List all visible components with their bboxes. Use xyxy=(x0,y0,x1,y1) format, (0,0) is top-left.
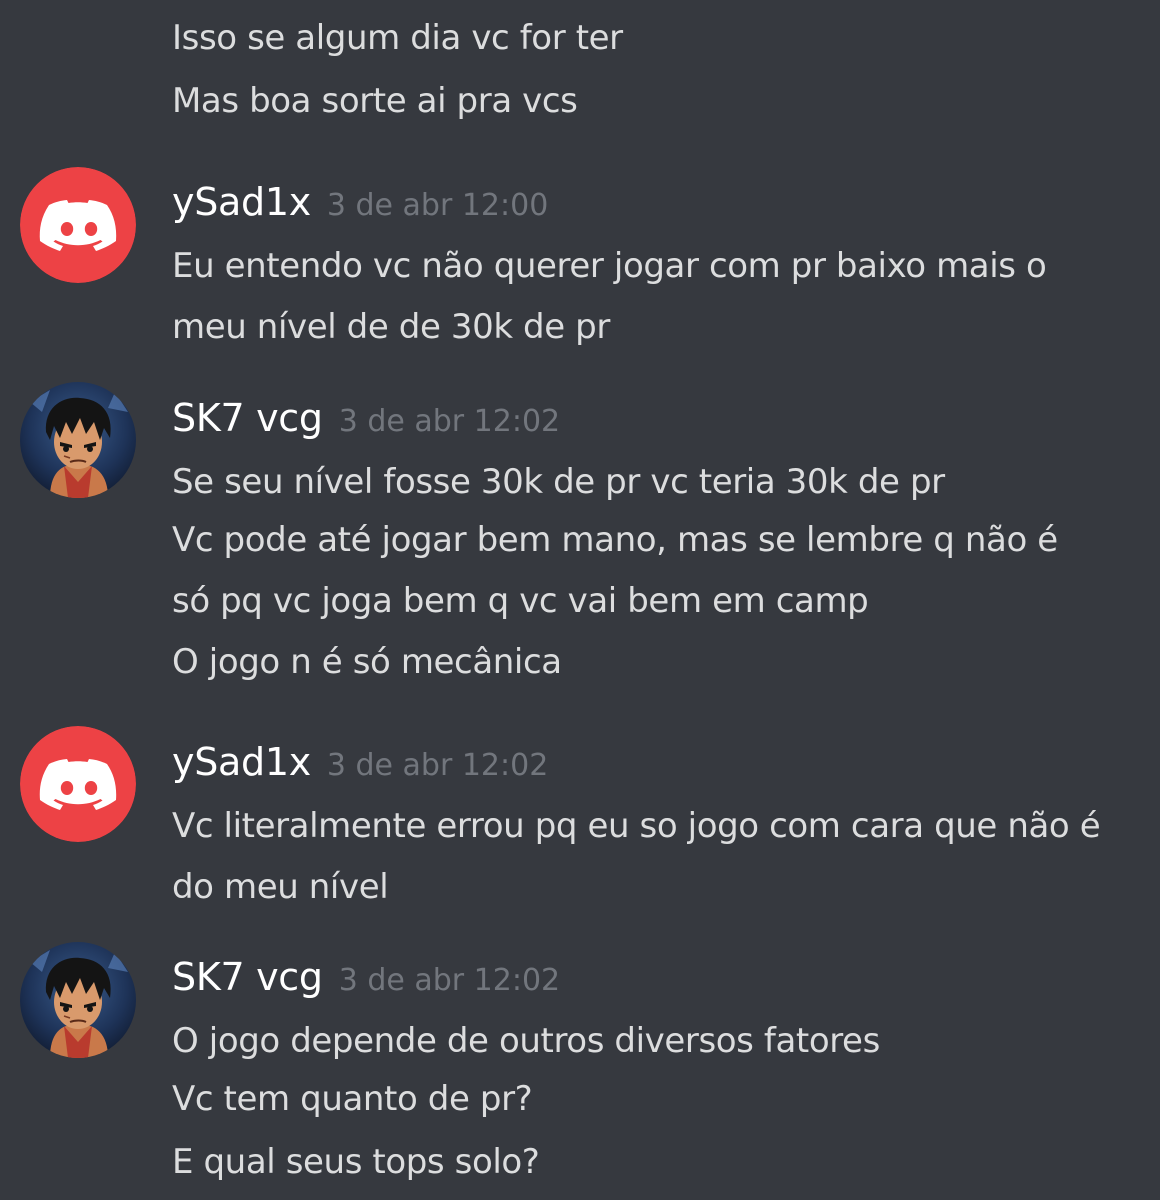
message-line: Vc tem quanto de pr? xyxy=(172,1079,533,1119)
message-line: Se seu nível fosse 30k de pr vc teria 30… xyxy=(172,462,945,502)
message-line: O jogo depende de outros diversos fatore… xyxy=(172,1021,880,1061)
message-line: E qual seus tops solo? xyxy=(172,1142,540,1182)
timestamp: 3 de abr 12:00 xyxy=(326,188,549,223)
username[interactable]: ySad1x xyxy=(172,740,311,784)
message-line: O jogo n é só mecânica xyxy=(172,642,562,682)
username[interactable]: SK7 vcg xyxy=(172,955,323,999)
discord-logo-icon[interactable] xyxy=(20,726,136,842)
message-line: meu nível de de 30k de pr xyxy=(172,307,610,347)
message-line: do meu nível xyxy=(172,867,389,907)
message-line: Mas boa sorte ai pra vcs xyxy=(172,81,578,121)
timestamp: 3 de abr 12:02 xyxy=(326,748,549,783)
message-header: SK7 vcg 3 de abr 12:02 xyxy=(172,955,560,999)
timestamp: 3 de abr 12:02 xyxy=(338,963,561,998)
timestamp: 3 de abr 12:02 xyxy=(338,404,561,439)
message-line: só pq vc joga bem q vc vai bem em camp xyxy=(172,581,869,621)
message-line: Vc pode até jogar bem mano, mas se lembr… xyxy=(172,520,1058,560)
message-header: ySad1x 3 de abr 12:00 xyxy=(172,180,548,224)
message-header: ySad1x 3 de abr 12:02 xyxy=(172,740,548,784)
anime-character-avatar[interactable] xyxy=(20,942,136,1058)
message-line: Vc literalmente errou pq eu so jogo com … xyxy=(172,806,1101,846)
discord-logo-icon[interactable] xyxy=(20,167,136,283)
message-line: Isso se algum dia vc for ter xyxy=(172,18,623,58)
message-header: SK7 vcg 3 de abr 12:02 xyxy=(172,396,560,440)
anime-character-avatar[interactable] xyxy=(20,382,136,498)
chat-log: Isso se algum dia vc for ter Mas boa sor… xyxy=(0,0,1160,1200)
username[interactable]: SK7 vcg xyxy=(172,396,323,440)
username[interactable]: ySad1x xyxy=(172,180,311,224)
message-line: Eu entendo vc não querer jogar com pr ba… xyxy=(172,246,1047,286)
